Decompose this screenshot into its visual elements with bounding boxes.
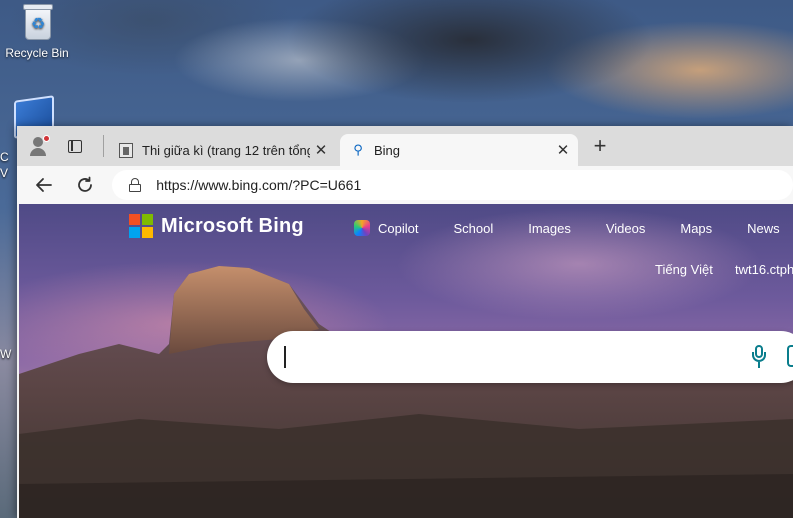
copilot-icon xyxy=(354,220,370,236)
nav-maps[interactable]: Maps xyxy=(680,220,712,236)
tab-title: Bing xyxy=(374,142,401,158)
text-cursor xyxy=(284,346,286,368)
close-tab-icon[interactable]: ✕ xyxy=(310,139,332,161)
desktop-label-fragment: W xyxy=(0,347,12,361)
nav-copilot[interactable]: Copilot xyxy=(354,220,418,236)
back-button[interactable] xyxy=(29,170,59,200)
desktop-label-fragment: V xyxy=(0,166,9,180)
close-tab-icon[interactable]: ✕ xyxy=(552,139,574,161)
microphone-icon[interactable] xyxy=(751,345,767,369)
browser-window: Thi giữa kì (trang 12 trên tổng số ✕ ⚲ B… xyxy=(17,126,793,518)
nav-news[interactable]: News xyxy=(747,220,780,236)
browser-toolbar: https://www.bing.com/?PC=U661 xyxy=(17,166,793,204)
address-text[interactable]: https://www.bing.com/?PC=U661 xyxy=(156,177,361,193)
tab-separator xyxy=(103,135,104,157)
tab-bing[interactable]: ⚲ Bing ✕ xyxy=(340,134,578,166)
profile-icon[interactable] xyxy=(25,132,53,160)
desktop-label-fragment: C xyxy=(0,150,9,164)
bing-logo[interactable]: Microsoft Bing xyxy=(129,214,304,238)
nav-images[interactable]: Images xyxy=(528,220,571,236)
recycle-bin-icon: ♻ xyxy=(20,2,54,42)
recycle-bin-label: Recycle Bin xyxy=(5,46,69,60)
arrow-left-icon xyxy=(35,178,52,192)
tab-exam-document[interactable]: Thi giữa kì (trang 12 trên tổng số ✕ xyxy=(110,134,336,166)
nav-school[interactable]: School xyxy=(453,220,493,236)
nav-copilot-label: Copilot xyxy=(378,220,419,236)
bing-homepage: Microsoft Bing Copilot School Images Vid… xyxy=(19,204,793,518)
tab-actions-icon[interactable] xyxy=(61,132,89,160)
search-icon: ⚲ xyxy=(353,142,363,157)
recycle-bin-shortcut[interactable]: ♻ Recycle Bin xyxy=(0,2,74,60)
new-tab-button[interactable]: + xyxy=(586,132,614,160)
bing-top-nav: Copilot School Images Videos Maps News xyxy=(354,220,793,236)
tab-strip: Thi giữa kì (trang 12 trên tổng số ✕ ⚲ B… xyxy=(17,126,793,166)
user-account[interactable]: twt16.ctph xyxy=(735,262,793,277)
search-box[interactable] xyxy=(267,331,793,383)
refresh-button[interactable] xyxy=(71,170,101,200)
document-icon xyxy=(118,142,134,158)
lock-icon[interactable] xyxy=(128,178,142,192)
microsoft-logo-icon xyxy=(129,214,153,238)
tab-title: Thi giữa kì (trang 12 trên tổng số xyxy=(142,142,310,158)
language-link[interactable]: Tiếng Việt xyxy=(655,262,713,277)
refresh-icon xyxy=(78,176,93,192)
bing-logo-text: Microsoft Bing xyxy=(161,214,304,237)
nav-videos[interactable]: Videos xyxy=(606,220,646,236)
visual-search-icon[interactable] xyxy=(787,345,793,367)
address-bar[interactable]: https://www.bing.com/?PC=U661 xyxy=(112,170,793,200)
